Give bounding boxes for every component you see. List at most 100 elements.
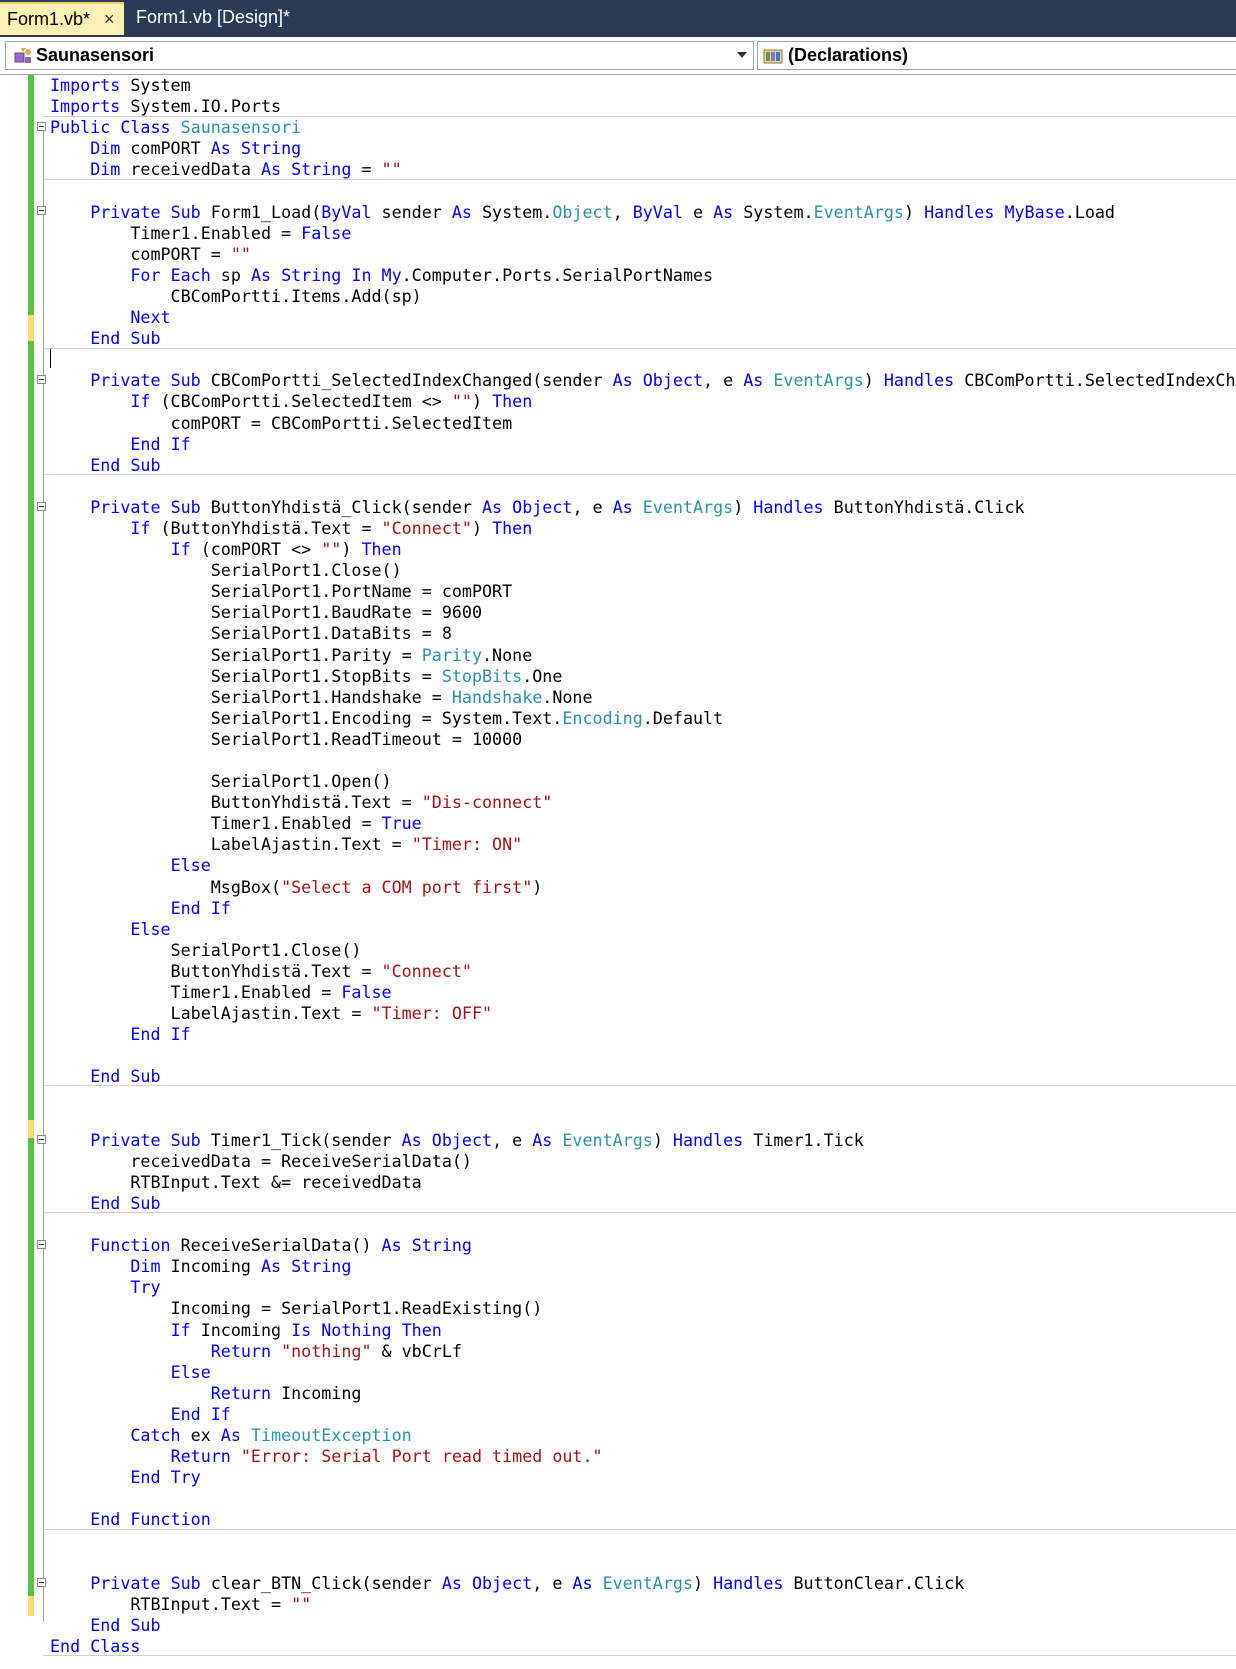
code-token: , e bbox=[532, 1572, 573, 1593]
collapse-icon[interactable] bbox=[37, 502, 46, 511]
code-line: LabelAjastin.Text = "Timer: OFF" bbox=[50, 1003, 1236, 1024]
code-editor[interactable]: Imports System Imports System.IO.Ports Pub… bbox=[0, 75, 1236, 1669]
code-token: Incoming bbox=[271, 1382, 362, 1403]
code-line: SerialPort1.ReadTimeout = 10000 bbox=[50, 729, 1236, 750]
code-token: Handles bbox=[713, 1572, 784, 1593]
code-token: Encoding bbox=[562, 707, 643, 728]
code-token: "" bbox=[381, 159, 402, 180]
code-token: SerialPort1.ReadTimeout = 10000 bbox=[50, 728, 523, 749]
code-line: RTBInput.Text = "" bbox=[50, 1594, 1236, 1615]
code-line: End Sub bbox=[50, 328, 1236, 349]
collapse-icon[interactable] bbox=[37, 1135, 46, 1144]
code-token: In bbox=[351, 264, 372, 285]
member-dropdown[interactable]: (Declarations) bbox=[757, 41, 1236, 70]
code-line: End Sub bbox=[50, 455, 1236, 476]
code-token: Timer1.Enabled = bbox=[50, 982, 342, 1003]
collapse-icon[interactable] bbox=[37, 206, 46, 215]
code-token: Nothing bbox=[321, 1319, 392, 1340]
code-line: End Sub bbox=[50, 1615, 1236, 1636]
code-token: As bbox=[381, 1235, 402, 1256]
collapse-icon[interactable] bbox=[37, 122, 46, 131]
code-line: Public Class Saunasensori bbox=[50, 117, 1236, 138]
code-token: Sub bbox=[130, 454, 161, 475]
code-line: End If bbox=[50, 434, 1236, 455]
code-line: Private Sub Timer1_Tick(sender As Object… bbox=[50, 1130, 1236, 1151]
code-line: Catch ex As TimeoutException bbox=[50, 1425, 1236, 1446]
code-text[interactable]: Imports System Imports System.IO.Ports Pub… bbox=[50, 75, 1236, 1657]
code-token: As bbox=[482, 496, 503, 517]
code-token: Return bbox=[210, 1382, 272, 1403]
code-token: End bbox=[130, 1467, 161, 1488]
code-line: If (comPORT <> "") Then bbox=[50, 539, 1236, 560]
code-token: ) bbox=[471, 517, 493, 538]
collapse-icon[interactable] bbox=[37, 1240, 46, 1249]
code-token: As bbox=[250, 264, 272, 285]
code-token: .Load bbox=[1064, 201, 1115, 222]
code-line: Try bbox=[50, 1277, 1236, 1298]
code-token: (CBComPortti.SelectedItem <> bbox=[150, 391, 452, 412]
change-bar-saved bbox=[28, 75, 34, 315]
code-token: As bbox=[572, 1572, 593, 1593]
code-line: End Function bbox=[50, 1509, 1236, 1530]
code-token: EventArgs bbox=[773, 370, 864, 391]
code-token: Handshake bbox=[451, 686, 543, 707]
code-line: End Try bbox=[50, 1467, 1236, 1488]
chevron-down-icon[interactable] bbox=[737, 52, 747, 58]
code-token: SerialPort1.Open() bbox=[50, 771, 392, 792]
code-token: Then bbox=[492, 517, 533, 538]
code-token: System.IO.Ports bbox=[120, 96, 282, 117]
code-line: End If bbox=[50, 898, 1236, 919]
code-token: SerialPort1.BaudRate = 9600 bbox=[50, 602, 483, 623]
code-token: clear_BTN_Click(sender bbox=[200, 1572, 442, 1593]
code-token: String bbox=[291, 1256, 352, 1277]
code-token: End bbox=[130, 433, 161, 454]
code-token: Incoming = SerialPort1.ReadExisting() bbox=[50, 1298, 543, 1319]
code-line: Dim Incoming As String bbox=[50, 1256, 1236, 1277]
tab-form1-vb[interactable]: Form1.vb* × bbox=[0, 2, 124, 35]
code-token: As bbox=[612, 370, 633, 391]
class-dropdown[interactable]: Saunasensori bbox=[5, 41, 754, 70]
code-token: If bbox=[210, 897, 231, 918]
collapse-icon[interactable] bbox=[37, 1578, 46, 1587]
code-token: String bbox=[281, 264, 342, 285]
code-token: ) bbox=[532, 876, 543, 897]
code-token: Function bbox=[130, 1509, 211, 1530]
code-token: SerialPort1.DataBits = 8 bbox=[50, 623, 452, 644]
close-icon[interactable]: × bbox=[104, 9, 115, 30]
code-token: .None bbox=[542, 686, 593, 707]
tab-form1-design[interactable]: Form1.vb [Design]* bbox=[126, 2, 296, 33]
code-line: End Class bbox=[50, 1636, 1236, 1657]
code-token: End bbox=[130, 1024, 161, 1045]
code-token: CBComPortti_SelectedIndexChanged(sender bbox=[200, 370, 613, 391]
code-token: False bbox=[301, 222, 352, 243]
code-line: End If bbox=[50, 1404, 1236, 1425]
collapse-icon[interactable] bbox=[37, 375, 46, 384]
code-token: Sub bbox=[130, 328, 161, 349]
code-token: Class bbox=[90, 1635, 141, 1656]
code-token: Imports bbox=[50, 96, 121, 117]
code-token: SerialPort1.Parity = bbox=[50, 644, 422, 665]
code-line: Timer1.Enabled = False bbox=[50, 982, 1236, 1003]
navigation-bar: Saunasensori (Declarations) bbox=[0, 38, 1236, 75]
tab-label: Form1.vb* bbox=[7, 9, 91, 29]
code-token: As bbox=[260, 159, 282, 180]
code-line: Private Sub clear_BTN_Click(sender As Ob… bbox=[50, 1573, 1236, 1594]
code-token: Dim bbox=[130, 1256, 161, 1277]
code-token: End bbox=[90, 454, 121, 475]
